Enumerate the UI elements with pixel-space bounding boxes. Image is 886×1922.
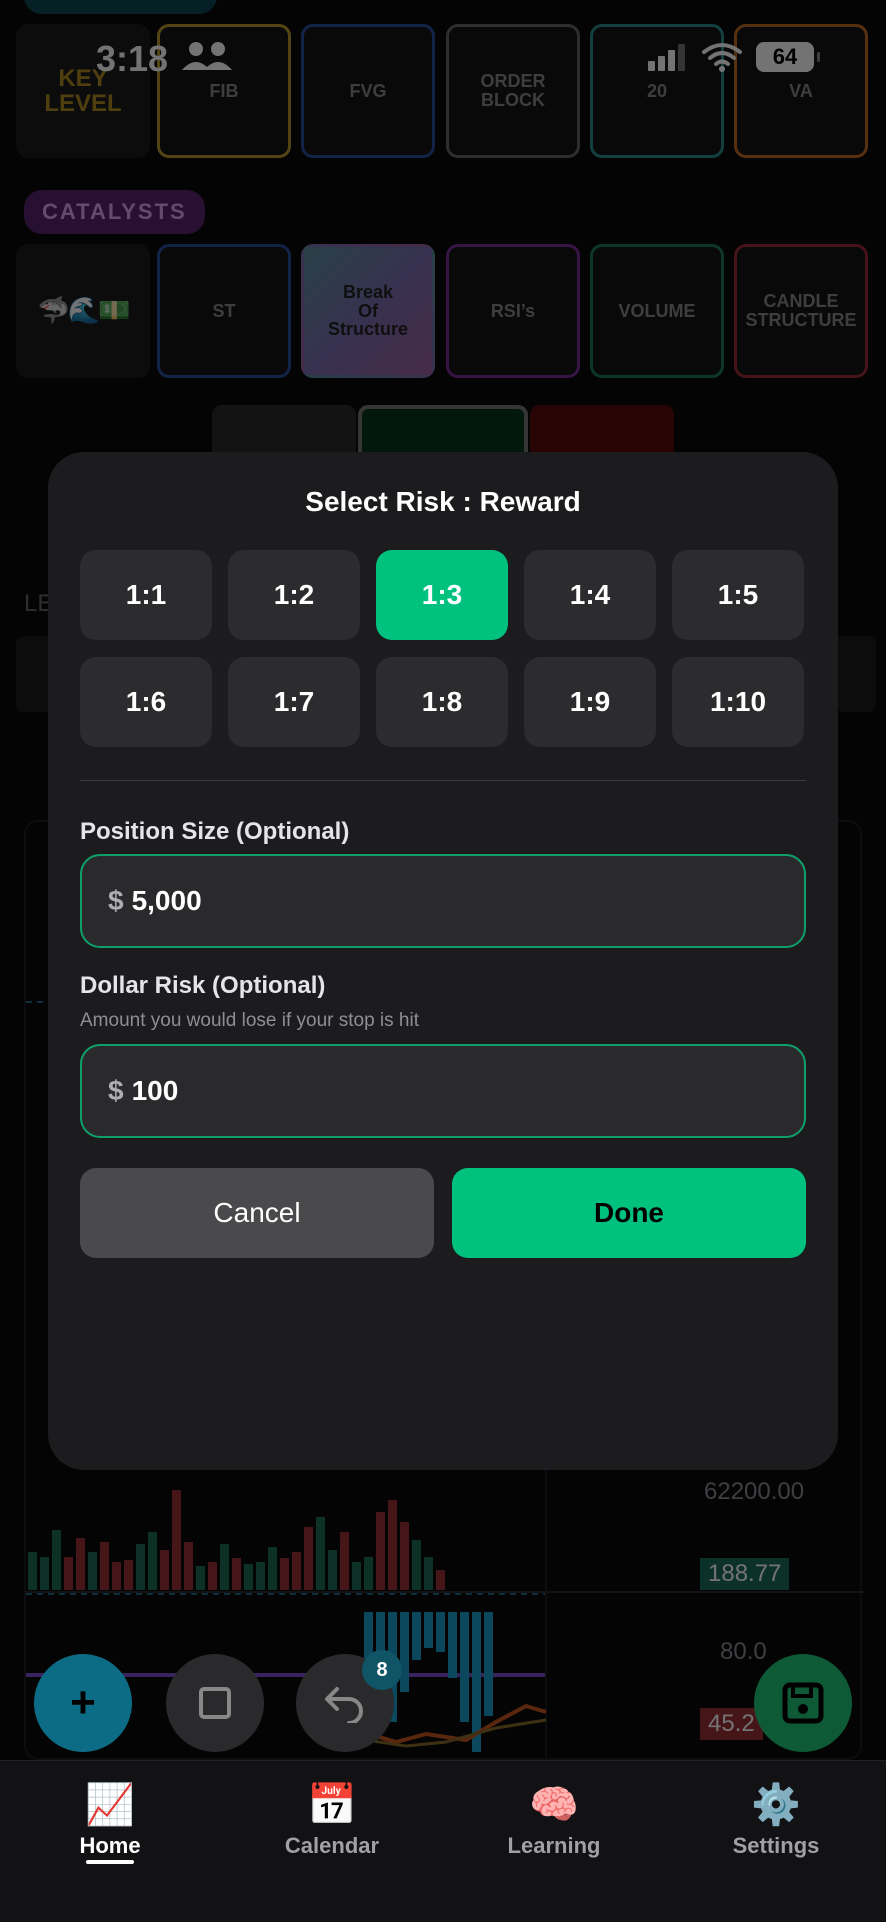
square-icon — [199, 1687, 231, 1719]
active-tab-indicator — [86, 1860, 134, 1864]
ratio-button-1-6[interactable]: 1:6 — [80, 657, 212, 747]
save-icon — [782, 1682, 824, 1724]
shared-people-icon — [182, 42, 232, 70]
tab-settings[interactable]: ⚙️ Settings — [696, 1781, 856, 1859]
undo-icon — [325, 1687, 363, 1723]
ratio-button-1-7[interactable]: 1:7 — [228, 657, 360, 747]
tab-bar: 📈 Home 📅 Calendar 🧠 Learning ⚙️ Settings — [0, 1760, 886, 1922]
tab-label: Home — [79, 1833, 141, 1858]
risk-reward-modal: Select Risk : Reward 1:1 1:2 1:3 1:4 1:5… — [48, 452, 838, 1470]
position-size-value: 5,000 — [131, 885, 202, 916]
calendar-icon: 📅 — [307, 1783, 357, 1827]
status-indicators: 64 — [648, 42, 820, 72]
wifi-icon — [702, 43, 742, 72]
catalysts-header: CATALYSTS — [24, 190, 205, 234]
dollar-risk-hint: Amount you would lose if your stop is hi… — [80, 1010, 420, 1031]
add-trade-button[interactable]: + — [34, 1654, 132, 1752]
chart-increasing-icon: 📈 — [85, 1783, 135, 1827]
ratio-button-1-10[interactable]: 1:10 — [672, 657, 804, 747]
ratio-button-1-1[interactable]: 1:1 — [80, 550, 212, 640]
ratio-button-1-8[interactable]: 1:8 — [376, 657, 508, 747]
battery-icon: 64 — [756, 42, 820, 72]
indicator-value-tag: 45.2 — [700, 1708, 763, 1740]
ratio-button-1-4[interactable]: 1:4 — [524, 550, 656, 640]
currency-symbol: $ — [108, 1075, 124, 1106]
tab-label: Calendar — [284, 1833, 380, 1858]
ratio-grid: 1:1 1:2 1:3 1:4 1:5 1:6 1:7 1:8 1:9 1:10 — [80, 550, 804, 747]
status-bar: 3:18 64 — [0, 0, 886, 110]
gear-icon: ⚙️ — [751, 1783, 801, 1827]
position-size-field[interactable]: $ 5,000 — [80, 854, 806, 948]
modal-title: Select Risk : Reward — [305, 486, 581, 517]
cancel-button[interactable]: Cancel — [80, 1168, 434, 1258]
current-price-tag: 188.77 — [700, 1558, 790, 1590]
save-button[interactable] — [754, 1654, 852, 1752]
volume-tile[interactable]: VOLUME — [590, 244, 724, 378]
select-area-button[interactable] — [166, 1654, 264, 1752]
dollar-risk-value: 100 — [131, 1075, 179, 1106]
shark-wave-money-tile[interactable]: 🦈🌊💵 — [16, 244, 150, 378]
ratio-button-1-3[interactable]: 1:3 — [376, 550, 508, 640]
plus-icon: + — [70, 1678, 96, 1727]
tab-calendar[interactable]: 📅 Calendar — [252, 1781, 412, 1859]
ratio-button-1-2[interactable]: 1:2 — [228, 550, 360, 640]
dollar-risk-label: Dollar Risk (Optional) — [80, 972, 326, 999]
cellular-signal-icon — [648, 44, 685, 71]
done-button[interactable]: Done — [452, 1168, 806, 1258]
undo-count-badge: 8 — [362, 1650, 402, 1690]
brain-icon: 🧠 — [529, 1783, 579, 1827]
price-axis-label: 62200.00 — [704, 1478, 805, 1505]
divider — [80, 780, 806, 781]
position-size-label: Position Size (Optional) — [80, 818, 350, 845]
indicator-axis-label: 80.0 — [720, 1638, 767, 1665]
dollar-risk-field[interactable]: $ 100 — [80, 1044, 806, 1138]
clock: 3:18 — [96, 38, 169, 79]
dropdown-chevron-icon[interactable] — [836, 636, 876, 712]
ratio-button-1-9[interactable]: 1:9 — [524, 657, 656, 747]
tab-home[interactable]: 📈 Home — [30, 1781, 190, 1859]
break-of-structure-tile[interactable]: Break Of Structure — [301, 244, 435, 378]
rsi-tile[interactable]: RSI’s — [446, 244, 580, 378]
tab-label: Settings — [732, 1833, 820, 1858]
candle-structure-tile[interactable]: CANDLE STRUCTURE — [734, 244, 868, 378]
tab-label: Learning — [507, 1833, 601, 1858]
ratio-button-1-5[interactable]: 1:5 — [672, 550, 804, 640]
tab-learning[interactable]: 🧠 Learning — [474, 1781, 634, 1859]
currency-symbol: $ — [108, 885, 124, 916]
st-tile[interactable]: ST — [157, 244, 291, 378]
volume-bars — [28, 1490, 445, 1590]
